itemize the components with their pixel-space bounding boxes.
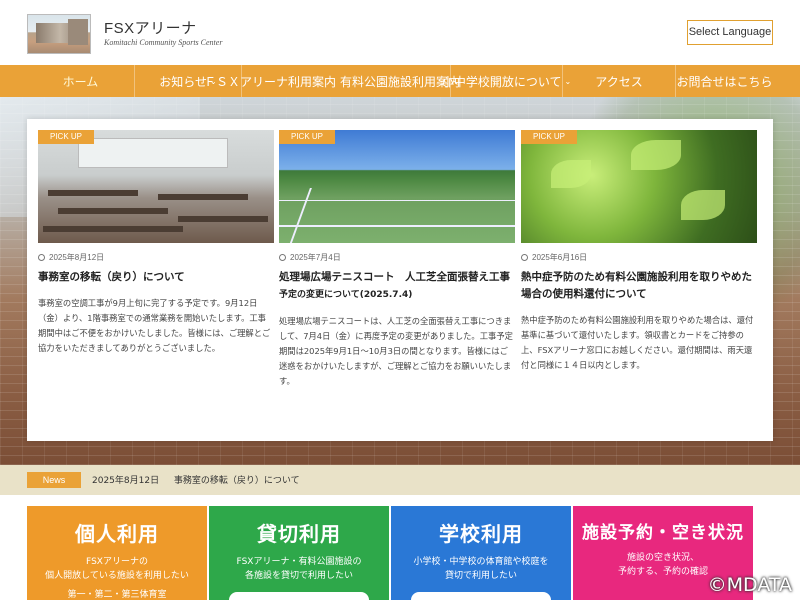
card-thumbnail[interactable]: PICK UP [521,130,757,243]
tile-title: 学校利用 [439,522,523,546]
tile-title: 施設予約・空き状況 [582,523,744,543]
site-title[interactable]: FSXアリーナ [104,17,197,38]
news-bar: News 2025年8月12日 事務室の移転（戻り）について [0,465,800,495]
nav-item-label: アクセス [595,74,643,89]
nav-item-contact[interactable]: お問合せはこちら [675,65,773,97]
nav-item-label: ＦＳＸアリーナ利用案内 [203,74,336,89]
nav-item-label: 小中学校開放について [441,74,562,89]
tile-private-rental[interactable]: 貸切利用 FSXアリーナ・有料公園施設の 各施設を貸切で利用したい [209,506,389,600]
thumbnail-leaf [681,190,725,220]
clock-icon [279,254,286,261]
nav-item-home[interactable]: ホーム [27,65,134,97]
clock-icon [521,254,528,261]
tile-more-button[interactable] [411,592,551,600]
tile-description: 小学校・中学校の体育館や校庭を 貸切で利用したい [391,555,571,583]
pickup-badge: PICK UP [521,130,578,144]
site-subtitle: Komitachi Community Sports Center [104,38,223,47]
tile-line: 施設の空き状況、 [626,553,699,563]
news-title: 事務室の移転（戻り）について [173,476,300,486]
copyright-watermark: ©MDATA [707,574,792,596]
pickup-panel: PICK UP 2025年8月12日 事務室の移転（戻り）について 事務室の空調… [27,119,773,441]
nav-item-label: お知らせ [159,74,208,89]
thumbnail-leaf [631,140,681,170]
thumbnail-desk [178,216,268,222]
card-date: 2025年8月12日 [38,252,274,263]
card-thumbnail[interactable]: PICK UP [38,130,274,243]
card-title-text: 熱中症予防のため有料公園施設利用を取りやめた場合の使用料還付について [521,271,752,300]
card-thumbnail[interactable]: PICK UP [279,130,515,243]
nav-item-park-guide[interactable]: 有料公園施設利用案内 [340,65,460,97]
nav-item-school-open[interactable]: 小中学校開放について ⌄ [442,65,571,97]
tile-more-button[interactable] [229,592,369,600]
thumbnail-window [78,138,228,168]
card-title[interactable]: 熱中症予防のため有料公園施設利用を取りやめた場合の使用料還付について [521,269,757,303]
news-item[interactable]: 2025年8月12日 事務室の移転（戻り）について [92,473,300,486]
card-body: 事務室の空調工事が9月上旬に完了する予定です。9月12日（金）より、1階事務室で… [38,298,271,353]
card-date-text: 2025年7月4日 [290,253,341,262]
court-line [279,225,515,227]
card-title-text: 処理場広場テニスコート 人工芝全面張替え工事 [279,271,510,283]
nav-item-access[interactable]: アクセス [562,65,675,97]
tile-line: FSXアリーナ・有料公園施設の [236,557,362,567]
clock-icon [38,254,45,261]
nav-item-label: お問合せはこちら [676,74,773,89]
tile-line: 貸切で利用したい [444,571,517,581]
pickup-badge: PICK UP [38,130,95,144]
court-line [288,188,312,243]
tile-line: FSXアリーナの [86,557,148,567]
tile-description: FSXアリーナの 個人開放している施設を利用したい [27,555,207,583]
pickup-card[interactable]: PICK UP 2025年8月12日 事務室の移転（戻り）について 事務室の空調… [38,130,274,356]
tile-personal-use[interactable]: 個人利用 FSXアリーナの 個人開放している施設を利用したい 第一・第二・第三体… [27,506,207,600]
thumbnail-desk [48,190,138,196]
card-title-subtitle: 予定の変更について(2025.7.4) [279,290,413,300]
logo-tower-shape [68,19,88,45]
card-date: 2025年6月16日 [521,252,757,263]
tile-description: FSXアリーナ・有料公園施設の 各施設を貸切で利用したい [209,555,389,583]
tile-line: 小学校・中学校の体育館や校庭を [413,557,549,567]
nav-item-arena-guide[interactable]: ＦＳＸアリーナ利用案内 [204,65,340,97]
tile-title: 貸切利用 [257,522,341,546]
card-title[interactable]: 事務室の移転（戻り）について [38,269,274,286]
tile-line: 各施設を貸切で利用したい [244,571,353,581]
thumbnail-desk [158,194,248,200]
tile-extra: 第一・第二・第三体育室 [67,590,167,600]
card-date-text: 2025年6月16日 [532,253,588,262]
card-body: 処理場広場テニスコートは、人工芝の全面張替え工事につきまして、7月4日（金）に再… [279,316,513,386]
nav-item-label: ホーム [62,74,99,89]
card-body: 熱中症予防のため有料公園施設利用を取りやめた場合は、還付基準に基づいて還付いたし… [521,315,754,370]
tile-school-use[interactable]: 学校利用 小学校・中学校の体育館や校庭を 貸切で利用したい [391,506,571,600]
pickup-card[interactable]: PICK UP 2025年7月4日 処理場広場テニスコート 人工芝全面張替え工事… [279,130,515,389]
card-title-text: 事務室の移転（戻り）について [38,271,185,283]
select-language-button[interactable]: Select Language [687,20,773,45]
tile-title: 個人利用 [75,522,159,546]
site-logo-image[interactable] [27,14,91,54]
pickup-badge: PICK UP [279,130,336,144]
thumbnail-leaf [551,160,591,188]
main-nav: ホーム お知らせ ⌄ ＦＳＸアリーナ利用案内 有料公園施設利用案内 小中学校開放… [0,65,800,97]
site-header: FSXアリーナ Komitachi Community Sports Cente… [0,0,800,65]
thumbnail-desk [58,208,168,214]
tile-line: 予約する、予約の確認 [617,567,708,577]
tile-line: 個人開放している施設を利用したい [45,571,189,581]
news-tag: News [27,472,81,488]
news-date: 2025年8月12日 [92,476,160,486]
card-title[interactable]: 処理場広場テニスコート 人工芝全面張替え工事 予定の変更について(2025.7.… [279,269,515,304]
thumbnail-desk [43,226,183,232]
court-line [279,200,515,201]
pickup-card[interactable]: PICK UP 2025年6月16日 熱中症予防のため有料公園施設利用を取りやめ… [521,130,757,373]
card-date-text: 2025年8月12日 [49,253,105,262]
card-date: 2025年7月4日 [279,252,515,263]
